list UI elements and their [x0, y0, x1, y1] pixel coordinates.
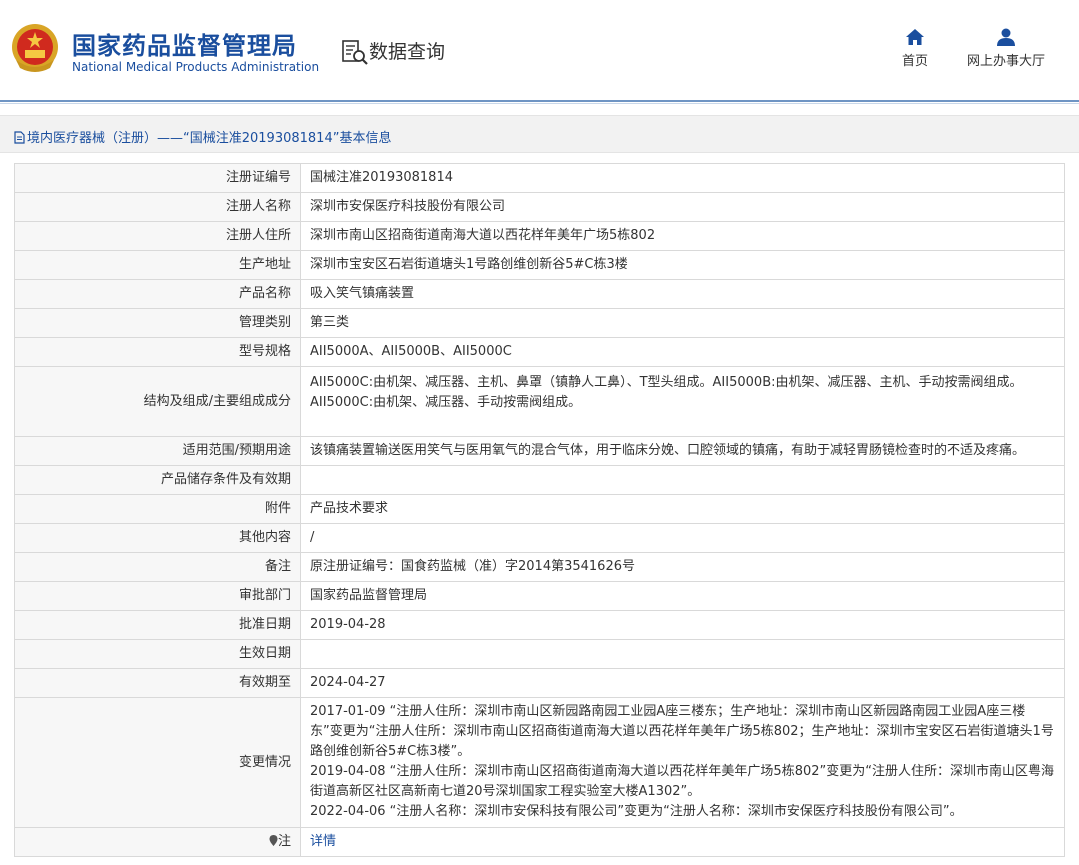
- row-value-changes: 2017-01-09 “注册人住所：深圳市南山区新园路南园工业园A座三楼东；生产…: [300, 697, 1065, 828]
- nav-online-service-hall[interactable]: 网上办事大厅: [960, 28, 1052, 69]
- header-divider-thin: [0, 103, 1079, 104]
- row-label: 生效日期: [14, 639, 301, 669]
- table-row-changes: 变更情况 2017-01-09 “注册人住所：深圳市南山区新园路南园工业园A座三…: [14, 697, 1065, 828]
- row-value: 第三类: [300, 308, 1065, 338]
- row-value: 国械注准20193081814: [300, 163, 1065, 193]
- change-entry: 2022-04-06 “注册人名称：深圳市安保科技有限公司”变更为“注册人名称：…: [310, 804, 963, 819]
- table-row: 注册人名称 深圳市安保医疗科技股份有限公司: [14, 192, 1065, 222]
- row-label: 注册证编号: [14, 163, 301, 193]
- data-query-icon: [342, 40, 368, 65]
- row-label: 批准日期: [14, 610, 301, 640]
- row-label: 型号规格: [14, 337, 301, 367]
- row-label: 适用范围/预期用途: [14, 436, 301, 466]
- row-label: 注册人名称: [14, 192, 301, 222]
- row-label: 注: [14, 827, 301, 857]
- table-row: 批准日期 2019-04-28: [14, 610, 1065, 640]
- table-row: 其他内容 /: [14, 523, 1065, 553]
- document-icon: [14, 131, 25, 144]
- row-value: 深圳市宝安区石岩街道塘头1号路创维创新谷5#C栋3楼: [300, 250, 1065, 280]
- row-value: 国家药品监督管理局: [300, 581, 1065, 611]
- row-label: 注册人住所: [14, 221, 301, 251]
- row-label: 附件: [14, 494, 301, 524]
- registration-info-table: 注册证编号 国械注准20193081814 注册人名称 深圳市安保医疗科技股份有…: [14, 163, 1065, 857]
- row-value: 深圳市南山区招商街道南海大道以西花样年美年广场5栋802: [300, 221, 1065, 251]
- row-label: 其他内容: [14, 523, 301, 553]
- row-label: 变更情况: [14, 697, 301, 828]
- row-value: 原注册证编号：国食药监械（准）字2014第3541626号: [300, 552, 1065, 582]
- breadcrumb: 境内医疗器械（注册）——“国械注准20193081814”基本信息: [0, 115, 1079, 153]
- row-value: 2019-04-28: [300, 610, 1065, 640]
- data-query-title: 数据查询: [369, 41, 446, 63]
- location-pin-icon: [269, 835, 278, 846]
- nav-home[interactable]: 首页: [895, 28, 935, 69]
- table-row: 生产地址 深圳市宝安区石岩街道塘头1号路创维创新谷5#C栋3楼: [14, 250, 1065, 280]
- row-value: 深圳市安保医疗科技股份有限公司: [300, 192, 1065, 222]
- row-value: 该镇痛装置输送医用笑气与医用氧气的混合气体，用于临床分娩、口腔领域的镇痛，有助于…: [300, 436, 1065, 466]
- table-row: 管理类别 第三类: [14, 308, 1065, 338]
- note-label: 注: [277, 834, 291, 849]
- user-icon: [997, 28, 1015, 46]
- row-label: 备注: [14, 552, 301, 582]
- site-header: 国家药品监督管理局 National Medical Products Admi…: [0, 0, 1079, 100]
- national-emblem-icon: [12, 24, 58, 72]
- row-label: 生产地址: [14, 250, 301, 280]
- row-label: 产品名称: [14, 279, 301, 309]
- table-row: 型号规格 AII5000A、AII5000B、AII5000C: [14, 337, 1065, 367]
- nav-home-label: 首页: [901, 54, 928, 69]
- row-value: AII5000C:由机架、减压器、主机、鼻罩（镇静人工鼻）、T型头组成。AII5…: [300, 366, 1065, 437]
- table-row: 结构及组成/主要组成成分 AII5000C:由机架、减压器、主机、鼻罩（镇静人工…: [14, 366, 1065, 437]
- change-entry: 2017-01-09 “注册人住所：深圳市南山区新园路南园工业园A座三楼东；生产…: [310, 704, 1054, 759]
- table-row: 审批部门 国家药品监督管理局: [14, 581, 1065, 611]
- nav-hall-label: 网上办事大厅: [966, 54, 1045, 69]
- row-value: AII5000A、AII5000B、AII5000C: [300, 337, 1065, 367]
- row-label: 审批部门: [14, 581, 301, 611]
- details-link[interactable]: 详情: [310, 834, 336, 849]
- row-value: [300, 465, 1065, 495]
- row-label: 结构及组成/主要组成成分: [14, 366, 301, 437]
- change-entry: 2019-04-08 “注册人住所：深圳市南山区招商街道南海大道以西花样年美年广…: [310, 764, 1054, 799]
- logo-english[interactable]: National Medical Products Administration: [72, 60, 319, 74]
- row-label: 管理类别: [14, 308, 301, 338]
- table-row: 有效期至 2024-04-27: [14, 668, 1065, 698]
- row-value: 详情: [300, 827, 1065, 857]
- row-label: 产品储存条件及有效期: [14, 465, 301, 495]
- table-row: 注册人住所 深圳市南山区招商街道南海大道以西花样年美年广场5栋802: [14, 221, 1065, 251]
- table-row: 注册证编号 国械注准20193081814: [14, 163, 1065, 193]
- table-row: 产品储存条件及有效期: [14, 465, 1065, 495]
- row-value: 2024-04-27: [300, 668, 1065, 698]
- table-row: 适用范围/预期用途 该镇痛装置输送医用笑气与医用氧气的混合气体，用于临床分娩、口…: [14, 436, 1065, 466]
- home-icon: [906, 29, 924, 45]
- row-value: /: [300, 523, 1065, 553]
- row-label: 有效期至: [14, 668, 301, 698]
- breadcrumb-text: 境内医疗器械（注册）——“国械注准20193081814”基本信息: [27, 131, 392, 146]
- header-divider: [0, 100, 1079, 102]
- logo-chinese[interactable]: 国家药品监督管理局: [72, 26, 297, 61]
- row-value: 产品技术要求: [300, 494, 1065, 524]
- table-row: 生效日期: [14, 639, 1065, 669]
- table-row: 备注 原注册证编号：国食药监械（准）字2014第3541626号: [14, 552, 1065, 582]
- row-value: [300, 639, 1065, 669]
- table-row: 附件 产品技术要求: [14, 494, 1065, 524]
- table-row: 产品名称 吸入笑气镇痛装置: [14, 279, 1065, 309]
- row-value: 吸入笑气镇痛装置: [300, 279, 1065, 309]
- table-row-note: 注 详情: [14, 827, 1065, 857]
